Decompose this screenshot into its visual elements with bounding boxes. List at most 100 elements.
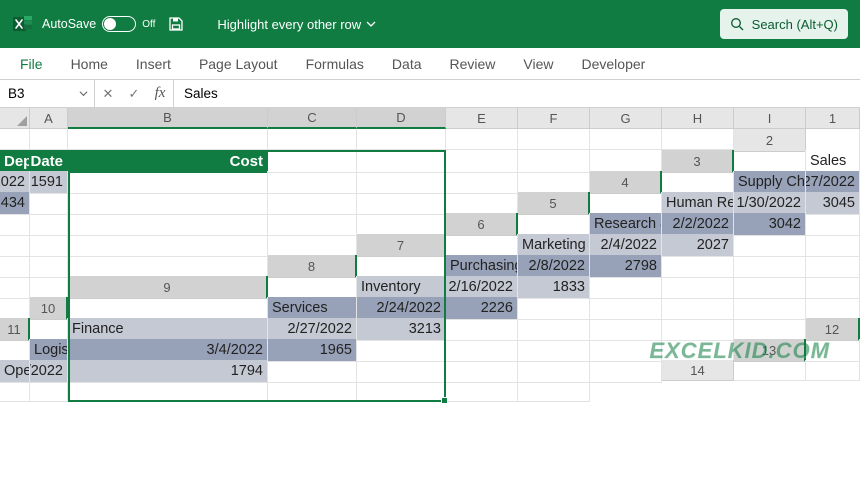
- cell-H2[interactable]: [518, 150, 590, 173]
- cell-G14[interactable]: [357, 381, 446, 402]
- cell-C7[interactable]: 2/4/2022: [590, 234, 662, 257]
- cell-C13[interactable]: 3/12/2022: [30, 360, 68, 383]
- cell-B6[interactable]: Research & Development: [590, 213, 662, 236]
- tab-page-layout[interactable]: Page Layout: [185, 48, 292, 79]
- cell-A1[interactable]: [0, 129, 30, 150]
- cell-H10[interactable]: [734, 297, 806, 320]
- cell-E13[interactable]: [268, 360, 357, 383]
- cell-H7[interactable]: [30, 255, 68, 278]
- cell-E12[interactable]: [357, 339, 446, 362]
- cell-D10[interactable]: 2226: [446, 297, 518, 320]
- cell-B10[interactable]: Services: [268, 297, 357, 320]
- cell-I2[interactable]: [590, 150, 662, 173]
- cell-D13[interactable]: 1794: [68, 360, 268, 383]
- cell-B2[interactable]: Department: [0, 150, 30, 173]
- cell-A10[interactable]: [68, 297, 268, 320]
- cell-E3[interactable]: [68, 171, 268, 194]
- cell-F9[interactable]: [662, 276, 734, 299]
- cell-G10[interactable]: [662, 297, 734, 320]
- cell-D1[interactable]: [268, 129, 357, 150]
- cell-B12[interactable]: Logistics: [30, 339, 68, 362]
- cell-F10[interactable]: [590, 297, 662, 320]
- cell-H13[interactable]: [518, 360, 590, 383]
- column-header-D[interactable]: D: [357, 108, 446, 129]
- cell-F7[interactable]: [806, 234, 860, 257]
- row-header-6[interactable]: 6: [446, 213, 518, 236]
- cell-B5[interactable]: Human Resources: [662, 192, 734, 215]
- column-header-H[interactable]: H: [662, 108, 734, 129]
- cell-C9[interactable]: 2/16/2022: [446, 276, 518, 299]
- cell-F3[interactable]: [268, 171, 357, 194]
- row-header-1[interactable]: 1: [806, 108, 860, 129]
- column-header-I[interactable]: I: [734, 108, 806, 129]
- cell-C12[interactable]: 3/4/2022: [68, 339, 268, 362]
- formula-input[interactable]: Sales: [174, 80, 860, 107]
- cell-C3[interactable]: 1/1/2022: [0, 171, 30, 194]
- cell-F12[interactable]: [446, 339, 518, 362]
- cell-D8[interactable]: 2798: [590, 255, 662, 278]
- cell-H9[interactable]: [806, 276, 860, 299]
- cell-C5[interactable]: 1/30/2022: [734, 192, 806, 215]
- cell-B7[interactable]: Marketing: [518, 234, 590, 257]
- cell-B4[interactable]: Supply Chain: [734, 171, 806, 194]
- cell-E9[interactable]: [590, 276, 662, 299]
- cell-H6[interactable]: [68, 234, 268, 257]
- cell-H3[interactable]: [446, 171, 518, 194]
- cell-I5[interactable]: [357, 213, 446, 236]
- cell-F13[interactable]: [357, 360, 446, 383]
- cell-E4[interactable]: [30, 192, 68, 215]
- select-all-button[interactable]: [0, 108, 30, 129]
- cell-C4[interactable]: 1/27/2022: [806, 171, 860, 194]
- cell-G6[interactable]: [30, 234, 68, 257]
- cell-G5[interactable]: [68, 213, 268, 236]
- row-header-9[interactable]: 9: [68, 276, 268, 299]
- tab-formulas[interactable]: Formulas: [292, 48, 378, 79]
- column-header-B[interactable]: B: [68, 108, 268, 129]
- row-header-11[interactable]: 11: [0, 318, 30, 341]
- cell-C8[interactable]: 2/8/2022: [518, 255, 590, 278]
- cell-D2[interactable]: Cost: [68, 150, 268, 173]
- cell-A9[interactable]: [268, 276, 357, 299]
- cell-E14[interactable]: [68, 381, 268, 402]
- tab-data[interactable]: Data: [378, 48, 436, 79]
- cell-G1[interactable]: [518, 129, 590, 150]
- cell-E8[interactable]: [662, 255, 734, 278]
- cell-E2[interactable]: [268, 150, 357, 173]
- cell-E6[interactable]: [806, 213, 860, 236]
- cell-A11[interactable]: [30, 318, 68, 341]
- row-header-5[interactable]: 5: [518, 192, 590, 215]
- enter-formula-button[interactable]: ✓: [121, 80, 147, 107]
- cell-D9[interactable]: 1833: [518, 276, 590, 299]
- cell-G13[interactable]: [446, 360, 518, 383]
- cell-A12[interactable]: [0, 339, 30, 362]
- cell-B8[interactable]: Purchasing: [446, 255, 518, 278]
- document-title[interactable]: Highlight every other row: [217, 17, 376, 32]
- cell-C14[interactable]: [0, 381, 30, 402]
- cell-B1[interactable]: [30, 129, 68, 150]
- cell-I9[interactable]: [0, 297, 30, 320]
- cell-I14[interactable]: [518, 381, 590, 402]
- cell-A8[interactable]: [357, 255, 446, 278]
- cell-C1[interactable]: [68, 129, 268, 150]
- cell-G2[interactable]: [446, 150, 518, 173]
- cell-F2[interactable]: [357, 150, 446, 173]
- tab-review[interactable]: Review: [436, 48, 510, 79]
- cell-C2[interactable]: Date: [30, 150, 68, 173]
- autosave-toggle[interactable]: AutoSave Off: [42, 16, 155, 32]
- cell-G7[interactable]: [0, 255, 30, 278]
- tab-developer[interactable]: Developer: [568, 48, 660, 79]
- cell-B11[interactable]: Finance: [68, 318, 268, 341]
- cell-I4[interactable]: [446, 192, 518, 215]
- cell-C10[interactable]: 2/24/2022: [357, 297, 446, 320]
- cell-I1[interactable]: [662, 129, 734, 150]
- cell-D3[interactable]: 1591: [30, 171, 68, 194]
- tab-home[interactable]: Home: [57, 48, 122, 79]
- cell-F4[interactable]: [68, 192, 268, 215]
- row-header-10[interactable]: 10: [30, 297, 68, 320]
- cell-G3[interactable]: [357, 171, 446, 194]
- cell-I6[interactable]: [268, 234, 357, 257]
- cell-D11[interactable]: 3213: [357, 318, 446, 341]
- cell-F11[interactable]: [518, 318, 590, 341]
- row-header-7[interactable]: 7: [357, 234, 446, 257]
- column-header-F[interactable]: F: [518, 108, 590, 129]
